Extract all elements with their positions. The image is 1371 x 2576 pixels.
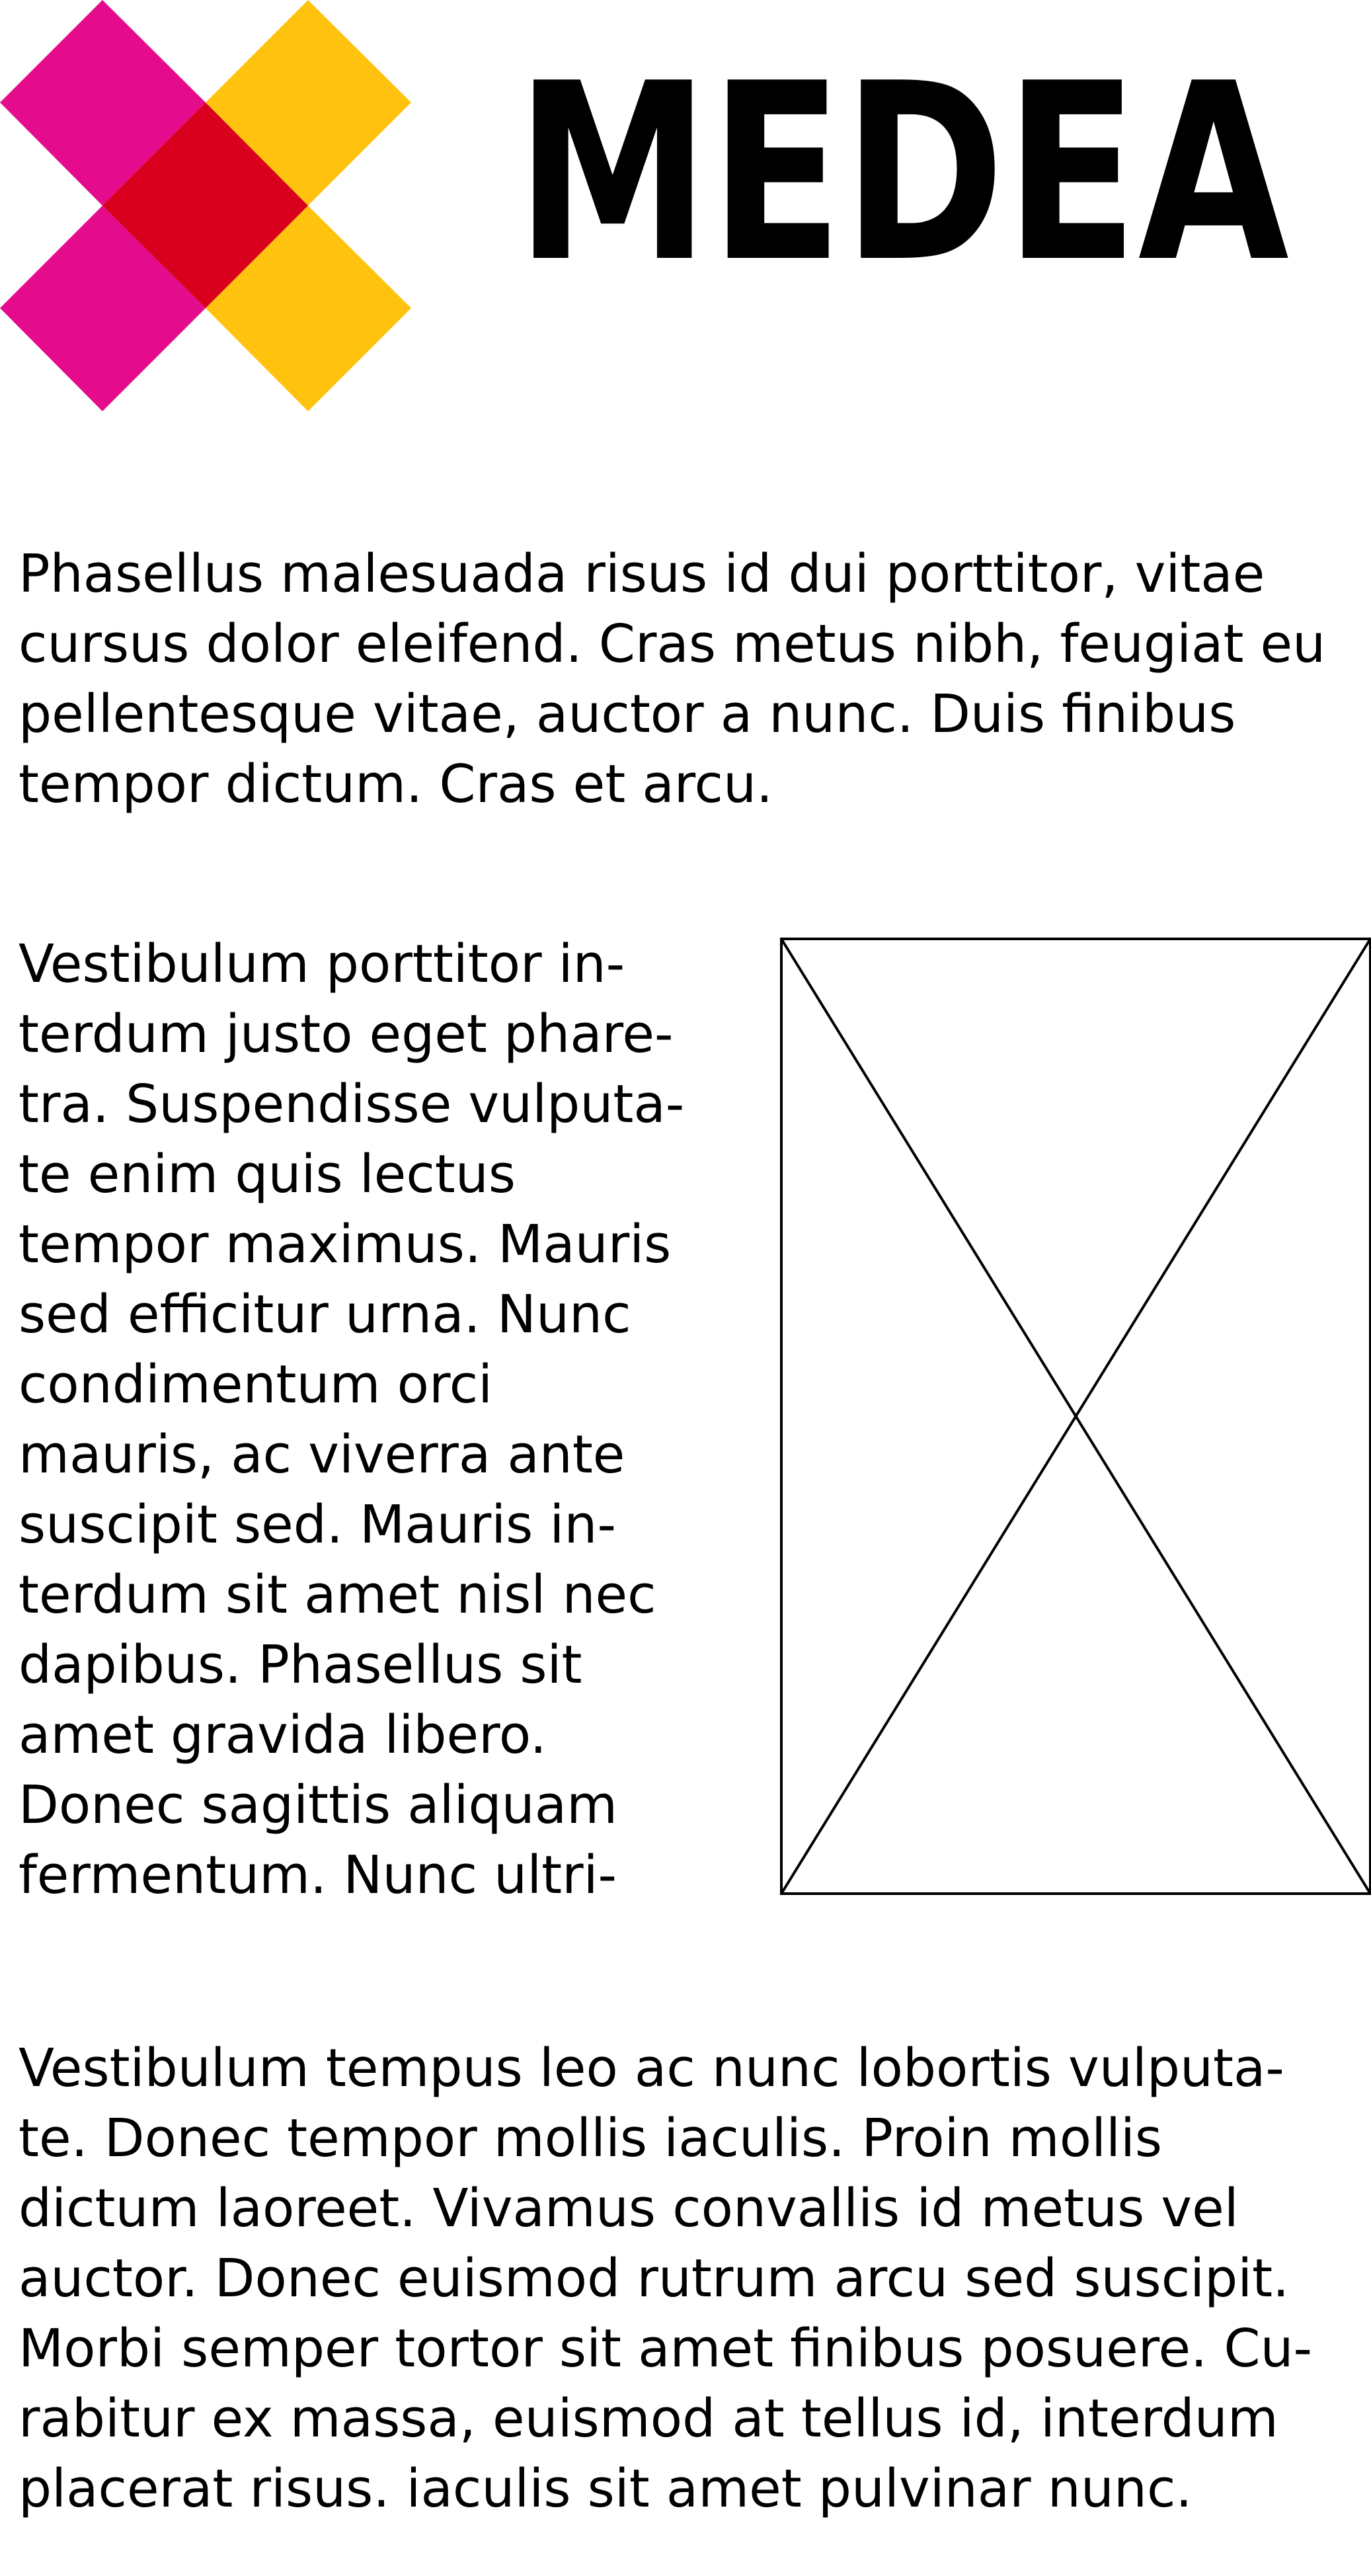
intro-line: cursus dolor eleifend. Cras metus nibh, … (19, 614, 1326, 674)
intro-line: pellentesque vitae, auctor a nunc. Duis … (19, 684, 1236, 745)
column-line: dapibus. Phasellus sit (19, 1634, 582, 1695)
column-line: suscipit sed. Mauris in- (19, 1494, 616, 1555)
closing-line: rabitur ex massa, euismod at tellus id, … (19, 2388, 1278, 2449)
column-line: terdum justo eget phare- (19, 1004, 674, 1065)
closing-line: Vestibulum tempus leo ac nunc lobortis v… (19, 2038, 1284, 2099)
column-line: Donec sagittis aliquam (19, 1775, 618, 1835)
column-line: terdum sit amet nisl nec (19, 1564, 656, 1625)
column-line: sed efficitur urna. Nunc (19, 1284, 631, 1345)
column-line: tra. Suspendisse vulputa- (19, 1074, 685, 1135)
closing-line: te. Donec tempor mollis iaculis. Proin m… (19, 2108, 1163, 2169)
column-line: fermentum. Nunc ultri- (19, 1845, 617, 1906)
brand-wordmark: MEDEA (516, 63, 1290, 281)
column-line: Vestibulum porttitor in- (19, 934, 625, 994)
closing-line: auctor. Donec euismod rutrum arcu sed su… (19, 2248, 1290, 2309)
closing-line: Morbi semper tortor sit amet finibus pos… (19, 2318, 1313, 2379)
column-line: condimentum orci (19, 1354, 493, 1415)
image-placeholder-icon (780, 938, 1371, 1895)
closing-line: dictum laoreet. Vivamus convallis id met… (19, 2178, 1239, 2239)
intro-line: tempor dictum. Cras et arcu. (19, 754, 773, 815)
column-line: te enim quis lectus (19, 1144, 516, 1205)
brand-name: MEDEA (516, 63, 1290, 281)
column-line: mauris, ac viverra ante (19, 1424, 625, 1485)
intro-paragraph: Phasellus malesuada risus id dui porttit… (19, 539, 1325, 819)
closing-line: placerat risus. iaculis sit amet pulvina… (19, 2458, 1193, 2519)
column-line: tempor maximus. Mauris (19, 1214, 672, 1275)
column-line: amet gravida libero. (19, 1705, 547, 1765)
x-cross-logo (0, 0, 411, 411)
column-paragraph: Vestibulum porttitor in- terdum justo eg… (19, 929, 684, 1910)
closing-paragraph: Vestibulum tempus leo ac nunc lobortis v… (19, 2033, 1312, 2524)
intro-line: Phasellus malesuada risus id dui porttit… (19, 543, 1265, 604)
